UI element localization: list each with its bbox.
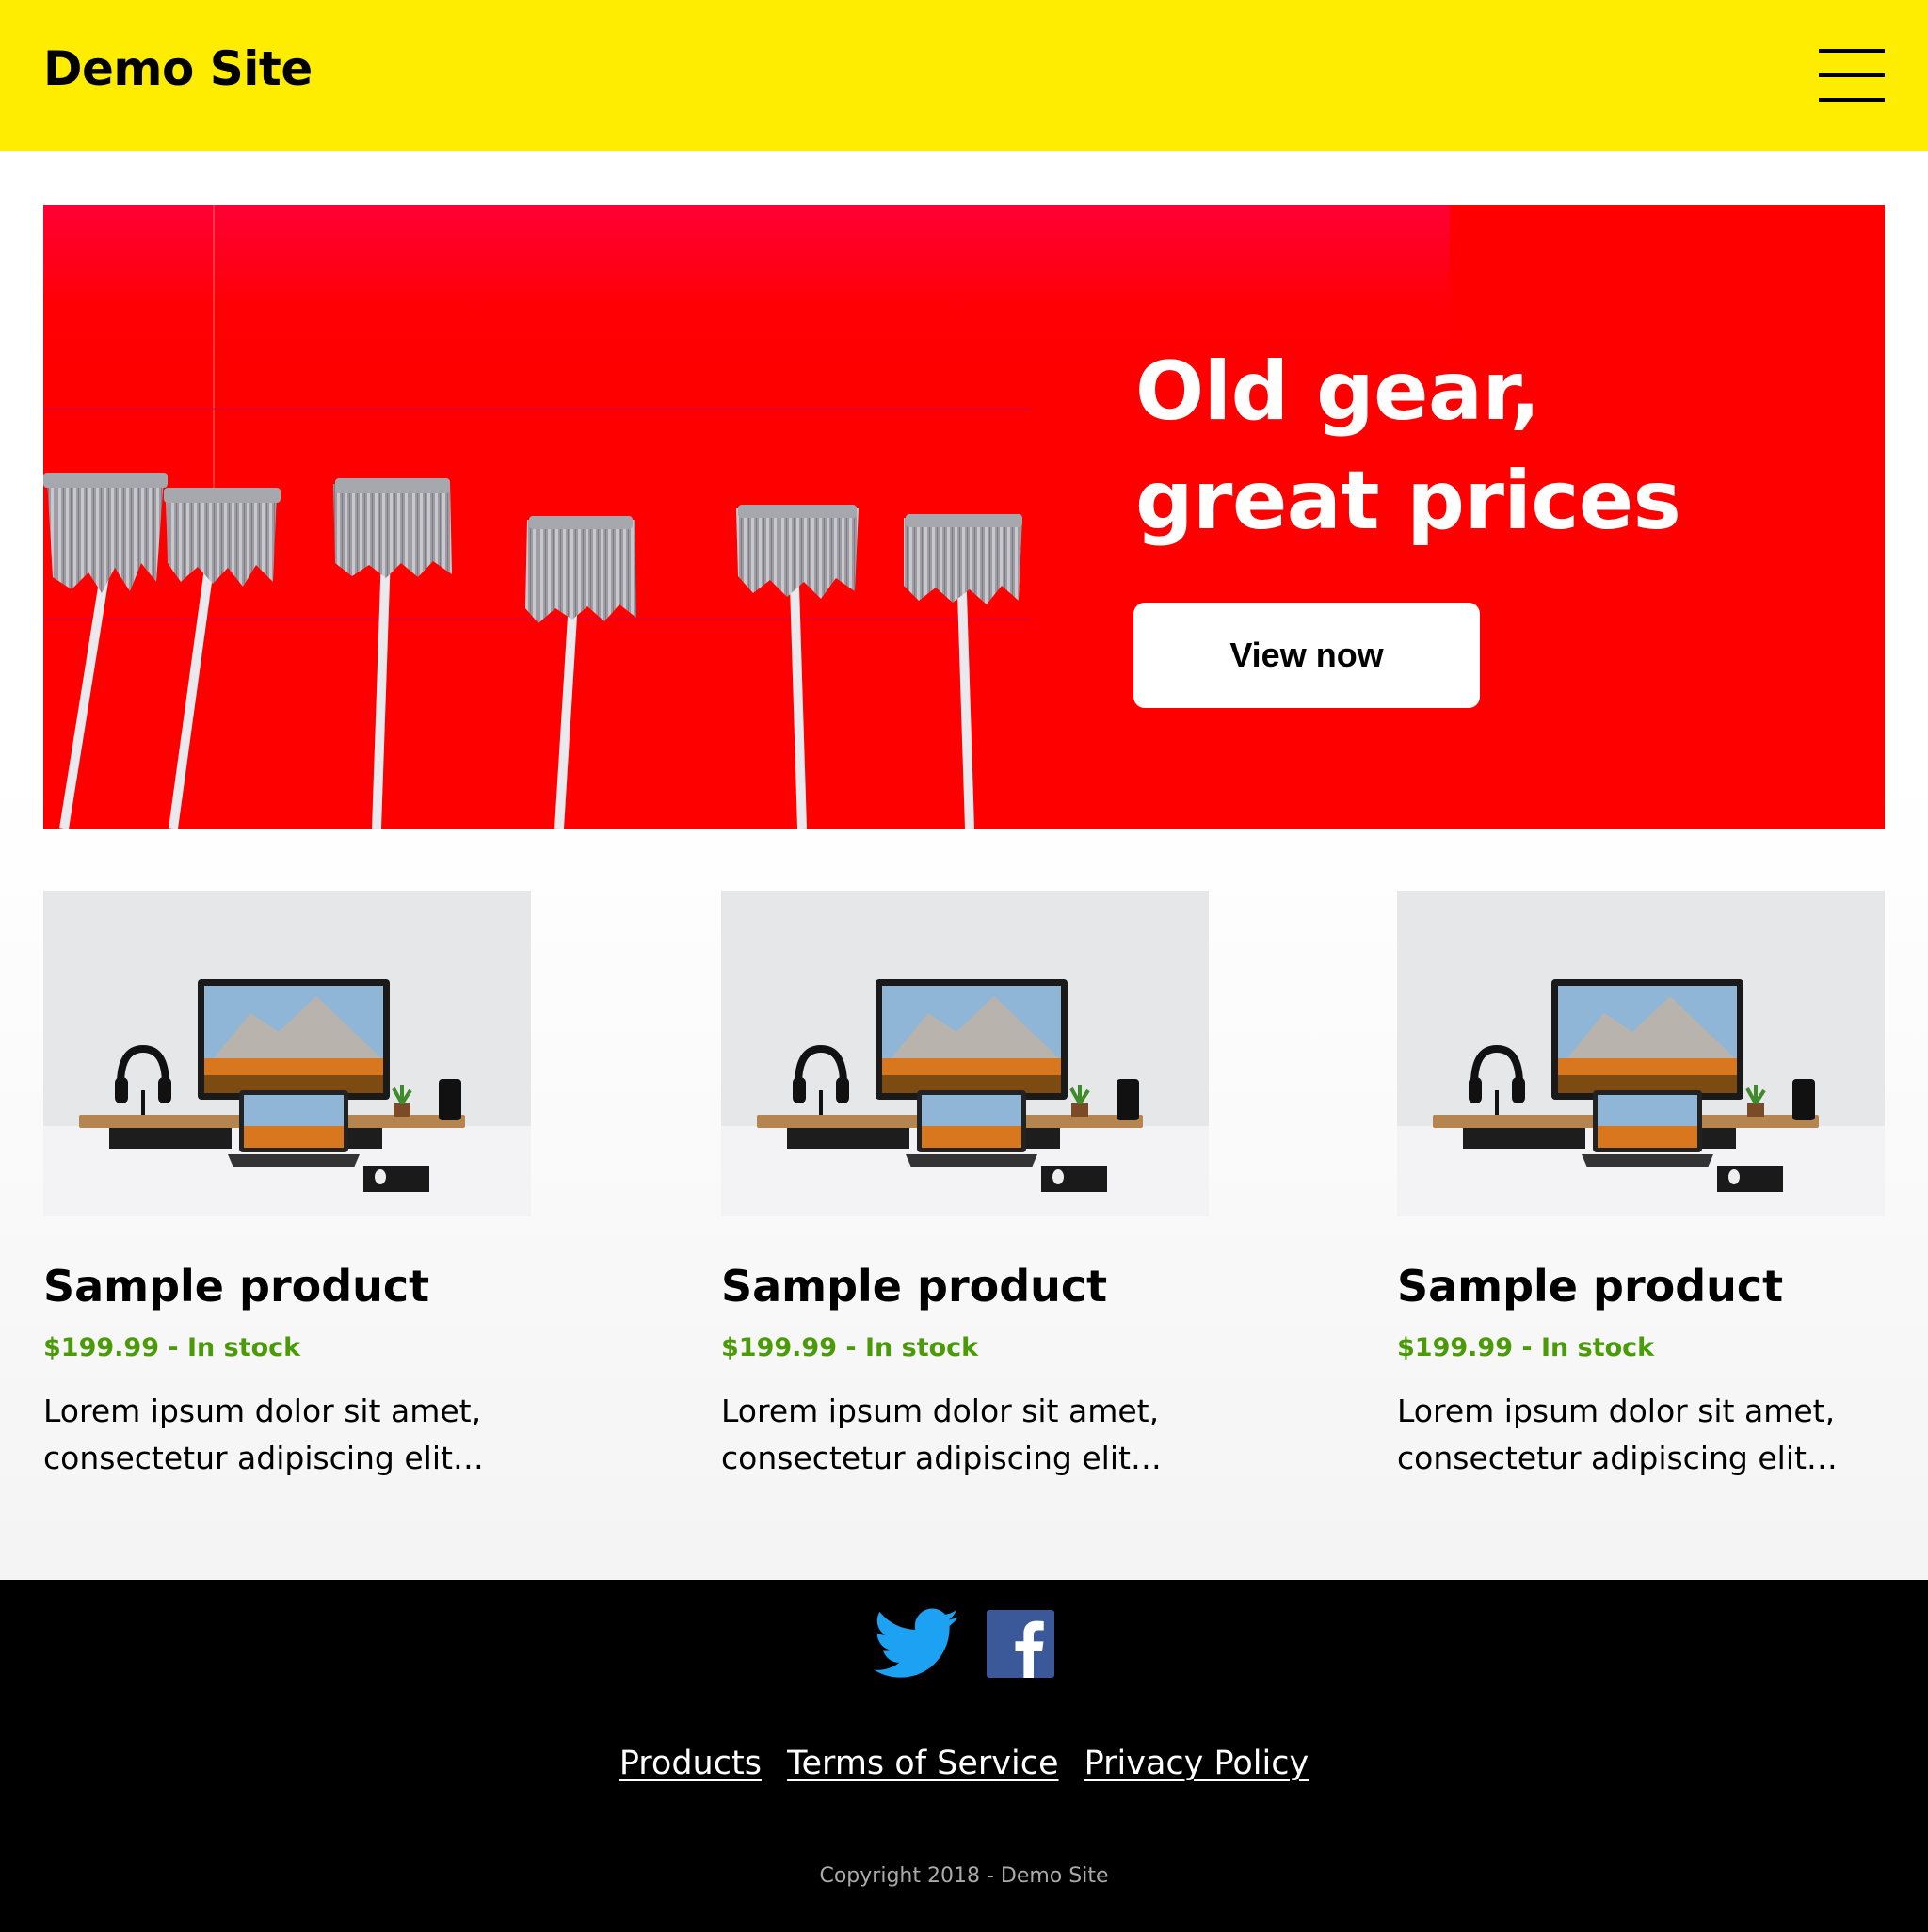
menu-bar	[1819, 49, 1885, 53]
desk-setup-illustration	[721, 979, 1209, 1216]
product-card[interactable]: Sample product $199.99 - In stock Lorem …	[1397, 891, 1885, 1482]
footer-link-terms-of-service[interactable]: Terms of Service	[787, 1745, 1058, 1782]
menu-bar	[1819, 98, 1885, 102]
site-footer: Products Terms of Service Privacy Policy…	[0, 1580, 1928, 1932]
description-line: consectetur adipiscing elit…	[1397, 1440, 1838, 1476]
product-price: $199.99 - In stock	[1397, 1333, 1655, 1362]
site-header: Demo Site	[0, 0, 1928, 151]
product-name[interactable]: Sample product	[43, 1260, 531, 1312]
mop	[43, 473, 168, 829]
desk-setup-illustration	[1397, 979, 1885, 1216]
mop	[333, 478, 452, 829]
footer-links: Products Terms of Service Privacy Policy	[0, 1740, 1928, 1787]
description-line: Lorem ipsum dolor sit amet,	[43, 1393, 482, 1429]
product-image[interactable]	[43, 891, 531, 1216]
mop	[164, 488, 281, 829]
desk-setup-illustration	[43, 979, 531, 1216]
description-line: consectetur adipiscing elit…	[43, 1440, 484, 1476]
footer-link-privacy-policy[interactable]: Privacy Policy	[1084, 1745, 1309, 1782]
hero-banner: Old gear, great prices View now	[43, 205, 1885, 829]
mop	[525, 516, 636, 829]
product-price: $199.99 - In stock	[43, 1333, 301, 1362]
hero-heading-line: great prices	[1135, 454, 1681, 548]
product-image[interactable]	[721, 891, 1209, 1216]
product-name[interactable]: Sample product	[1397, 1260, 1885, 1312]
hamburger-menu-icon[interactable]	[1819, 49, 1885, 102]
product-description: Lorem ipsum dolor sit amet, consectetur …	[721, 1388, 1209, 1482]
footer-link-products[interactable]: Products	[619, 1745, 762, 1782]
hero-heading-line: Old gear,	[1135, 345, 1540, 439]
mop	[904, 514, 1022, 829]
view-now-button[interactable]: View now	[1133, 603, 1480, 708]
product-card[interactable]: Sample product $199.99 - In stock Lorem …	[43, 891, 531, 1482]
mop	[736, 505, 859, 829]
product-price: $199.99 - In stock	[721, 1333, 979, 1362]
facebook-icon[interactable]	[987, 1610, 1054, 1678]
product-description: Lorem ipsum dolor sit amet, consectetur …	[1397, 1388, 1885, 1482]
description-line: Lorem ipsum dolor sit amet,	[1397, 1393, 1836, 1429]
menu-bar	[1819, 73, 1885, 77]
product-card[interactable]: Sample product $199.99 - In stock Lorem …	[721, 891, 1209, 1482]
product-name[interactable]: Sample product	[721, 1260, 1209, 1312]
product-description: Lorem ipsum dolor sit amet, consectetur …	[43, 1388, 531, 1482]
twitter-icon[interactable]	[874, 1608, 958, 1680]
hero-heading: Old gear, great prices	[1135, 337, 1851, 555]
copyright-text: Copyright 2018 - Demo Site	[819, 1864, 1109, 1888]
product-image[interactable]	[1397, 891, 1885, 1216]
description-line: Lorem ipsum dolor sit amet,	[721, 1393, 1160, 1429]
site-title[interactable]: Demo Site	[43, 41, 313, 96]
mops-illustration	[43, 473, 1022, 829]
description-line: consectetur adipiscing elit…	[721, 1440, 1162, 1476]
